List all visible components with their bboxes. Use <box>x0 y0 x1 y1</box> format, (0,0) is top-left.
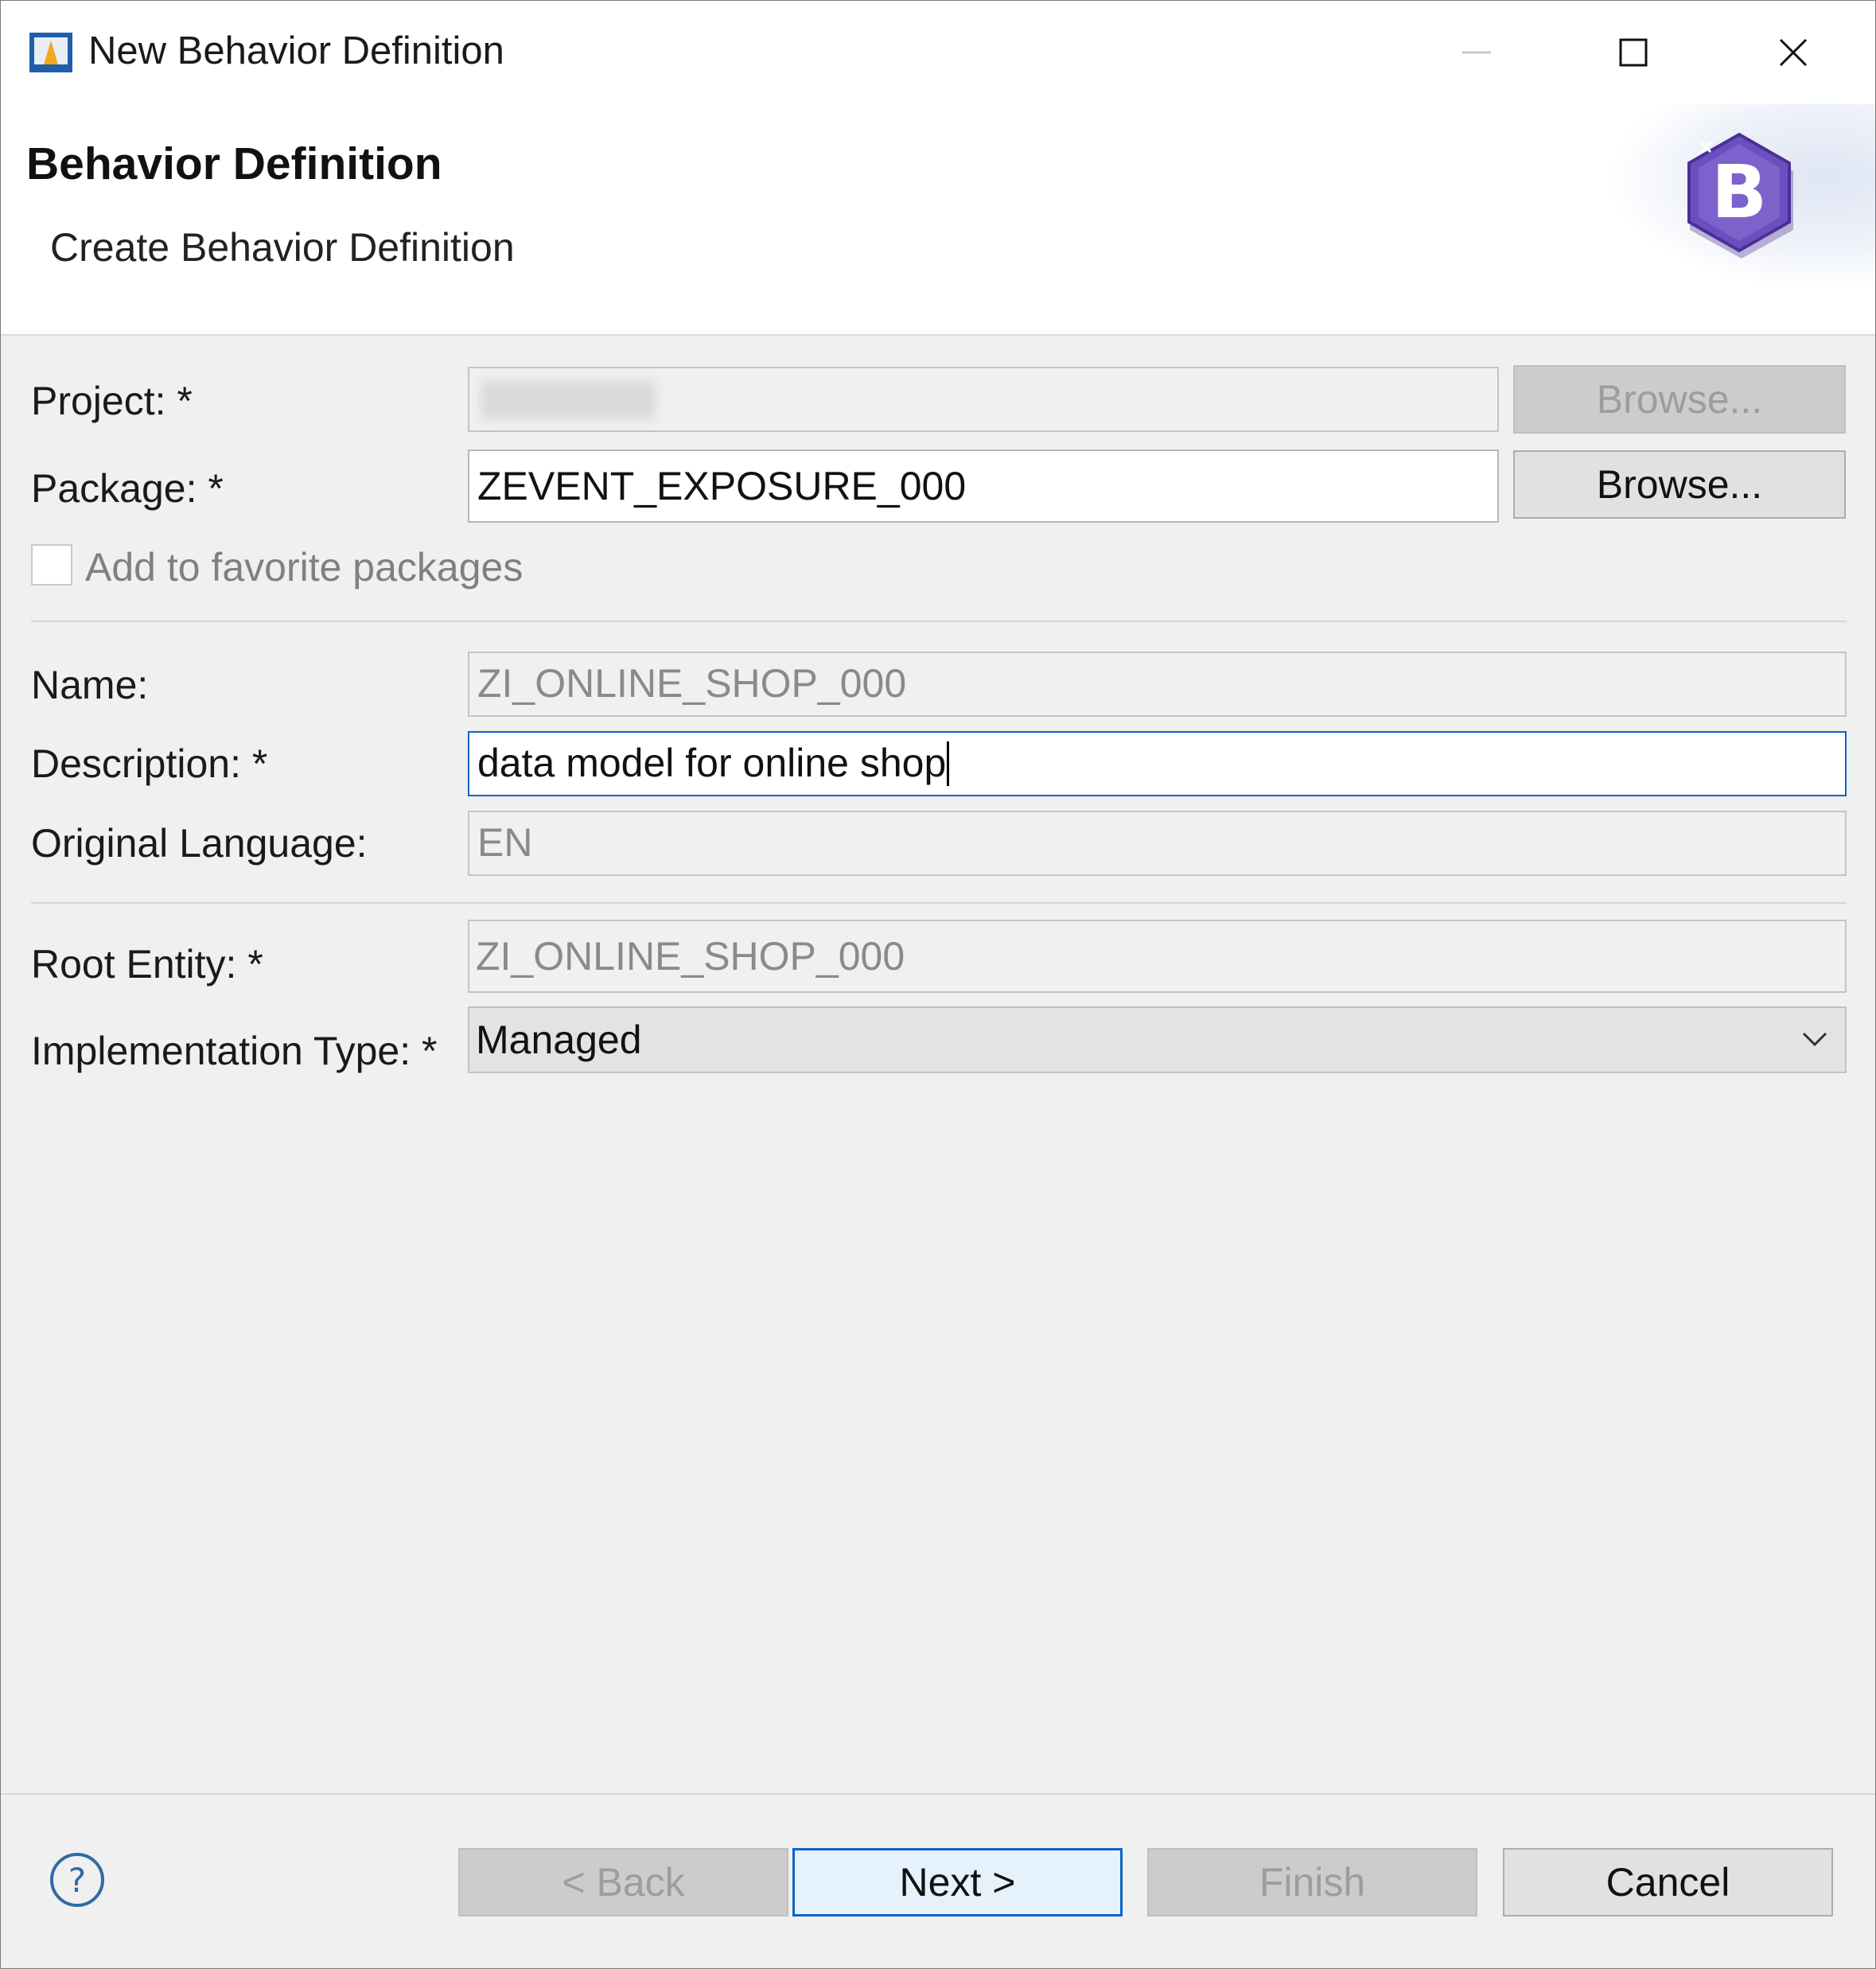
app-icon <box>29 33 72 72</box>
implementation-type-dropdown[interactable]: Managed <box>468 1006 1847 1073</box>
page-subtitle: Create Behavior Definition <box>50 225 515 270</box>
project-label: Project: * <box>31 379 193 423</box>
name-field: ZI_ONLINE_SHOP_000 <box>468 652 1847 717</box>
wizard-header: Behavior Definition Create Behavior Defi… <box>1 104 1875 336</box>
root-entity-label: Root Entity: * <box>31 942 263 986</box>
close-icon[interactable] <box>1765 25 1821 80</box>
chevron-down-icon <box>1802 1032 1827 1047</box>
favorite-packages-checkbox[interactable] <box>31 544 72 586</box>
next-button[interactable]: Next > <box>792 1848 1123 1916</box>
window-title: New Behavior Definition <box>88 29 504 72</box>
implementation-type-value: Managed <box>476 1018 642 1062</box>
maximize-icon[interactable] <box>1605 25 1661 80</box>
finish-button: Finish <box>1147 1848 1477 1916</box>
separator-2 <box>31 902 1847 904</box>
favorite-packages-label: Add to favorite packages <box>85 545 523 590</box>
page-title: Behavior Definition <box>26 138 442 189</box>
description-input[interactable]: data model for online shop <box>468 731 1847 796</box>
original-language-label: Original Language: <box>31 821 368 866</box>
name-label: Name: <box>31 663 149 707</box>
description-label: Description: * <box>31 741 268 786</box>
separator-1 <box>31 621 1847 622</box>
project-field <box>468 367 1499 432</box>
project-value-redacted <box>481 381 656 419</box>
root-entity-field: ZI_ONLINE_SHOP_000 <box>468 920 1847 993</box>
footer-separator <box>1 1793 1875 1795</box>
svg-text:?: ? <box>68 1861 86 1900</box>
project-browse-button: Browse... <box>1513 365 1846 434</box>
package-browse-button[interactable]: Browse... <box>1513 450 1846 519</box>
dialog-window: New Behavior Definition Behavior Definit… <box>0 0 1876 1969</box>
logo-letter: B <box>1711 150 1767 235</box>
text-caret <box>947 741 950 786</box>
title-bar: New Behavior Definition <box>1 1 1875 104</box>
behavior-definition-b-hexagon-icon: B <box>1687 132 1793 259</box>
package-label: Package: * <box>31 466 224 511</box>
back-button: < Back <box>458 1848 788 1916</box>
package-input[interactable]: ZEVENT_EXPOSURE_000 <box>468 449 1499 523</box>
cancel-button[interactable]: Cancel <box>1503 1848 1833 1916</box>
description-value: data model for online shop <box>477 741 947 785</box>
help-icon[interactable]: ? <box>49 1851 106 1909</box>
original-language-field: EN <box>468 811 1847 876</box>
implementation-type-label: Implementation Type: * <box>31 1029 438 1073</box>
minimize-icon[interactable] <box>1449 25 1504 80</box>
